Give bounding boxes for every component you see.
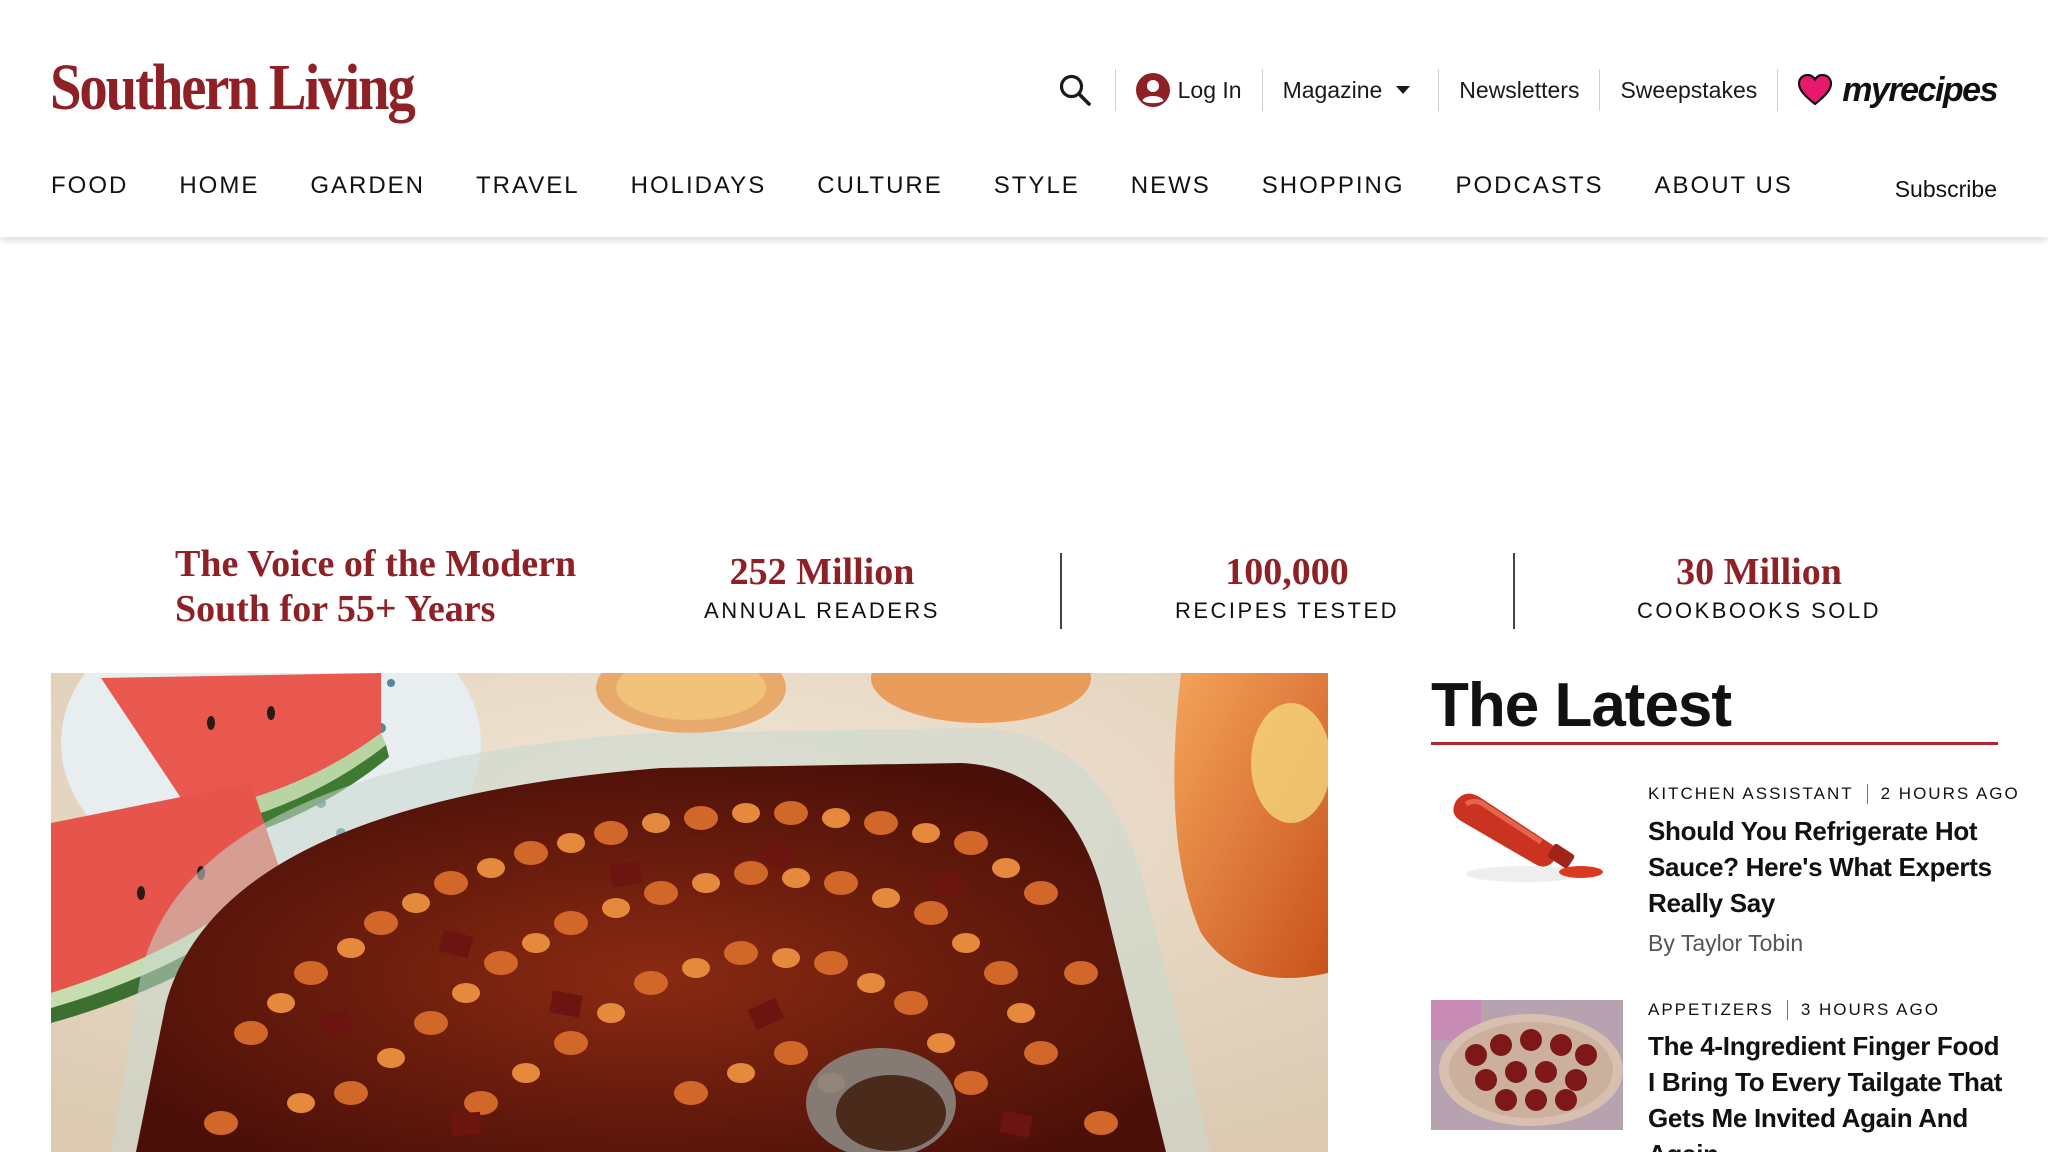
search-button[interactable]: [1055, 70, 1095, 110]
nav-item-shopping[interactable]: SHOPPING: [1262, 172, 1405, 200]
stat-divider: [1513, 553, 1515, 629]
nav-item-podcasts[interactable]: PODCASTS: [1456, 172, 1604, 200]
site-logo[interactable]: Southern Living: [50, 50, 416, 126]
article-title[interactable]: Should You Refrigerate Hot Sauce? Here's…: [1648, 813, 2008, 921]
stat-number: 30 Million: [1676, 551, 1842, 593]
magazine-label: Magazine: [1282, 76, 1383, 103]
finger-food-photo: [1431, 1000, 1623, 1130]
stat-recipes-tested: 100,000 RECIPES TESTED: [1155, 548, 1419, 624]
article-meta: APPETIZERS 3 HOURS AGO: [1648, 1000, 1940, 1020]
article-title[interactable]: The 4-Ingredient Finger Food I Bring To …: [1648, 1028, 2008, 1152]
nav-item-home[interactable]: HOME: [179, 172, 259, 200]
stat-annual-readers: 252 Million ANNUAL READERS: [690, 548, 954, 624]
meta-divider: [1786, 1000, 1788, 1020]
search-icon: [1059, 74, 1091, 106]
nav-item-food[interactable]: FOOD: [51, 172, 128, 200]
article-card[interactable]: APPETIZERS 3 HOURS AGO The 4-Ingredient …: [1431, 1000, 2002, 1152]
divider: [1438, 69, 1440, 111]
nav-item-style[interactable]: STYLE: [994, 172, 1080, 200]
sweepstakes-link[interactable]: Sweepstakes: [1620, 62, 1757, 118]
article-thumbnail[interactable]: [1431, 776, 1623, 906]
stat-label: RECIPES TESTED: [1174, 598, 1400, 623]
divider: [1599, 69, 1601, 111]
nav-item-news[interactable]: NEWS: [1131, 172, 1211, 200]
divider: [1261, 69, 1263, 111]
login-label: Log In: [1177, 76, 1242, 103]
article-time: 2 HOURS AGO: [1880, 784, 2020, 803]
article-category[interactable]: APPETIZERS: [1648, 1000, 1774, 1020]
hero-image[interactable]: [51, 673, 1328, 1152]
brand-tagline: The Voice of the Modern South for 55+ Ye…: [175, 543, 577, 630]
subscribe-link[interactable]: Subscribe: [1895, 176, 1997, 203]
latest-heading: The Latest: [1431, 671, 1732, 740]
caret-down-icon: [1396, 86, 1411, 94]
main-nav: FOOD HOME GARDEN TRAVEL HOLIDAYS CULTURE…: [51, 172, 1844, 200]
article-time: 3 HOURS AGO: [1800, 1000, 1940, 1019]
hot-sauce-photo: [1431, 776, 1623, 906]
article-byline: By Taylor Tobin: [1648, 930, 1804, 956]
nav-item-travel[interactable]: TRAVEL: [476, 172, 580, 200]
utility-nav: Log In Magazine Newsletters Sweepstakes …: [1055, 62, 1998, 118]
nav-item-about-us[interactable]: ABOUT US: [1655, 172, 1793, 200]
site-header: Southern Living Log In Magazine Newslett…: [0, 0, 2048, 237]
heart-icon: [1798, 74, 1833, 106]
login-link[interactable]: Log In: [1135, 62, 1242, 118]
baked-beans-photo: [51, 673, 1328, 1152]
nav-item-culture[interactable]: CULTURE: [817, 172, 943, 200]
user-circle-icon: [1135, 73, 1170, 107]
stat-label: ANNUAL READERS: [704, 598, 940, 623]
stat-label: COOKBOOKS SOLD: [1636, 598, 1882, 623]
stat-number: 100,000: [1225, 551, 1349, 593]
divider: [1777, 69, 1779, 111]
newsletters-link[interactable]: Newsletters: [1459, 62, 1579, 118]
stat-number: 252 Million: [729, 551, 915, 593]
article-category[interactable]: KITCHEN ASSISTANT: [1648, 784, 1854, 804]
article-thumbnail[interactable]: [1431, 1000, 1623, 1130]
nav-item-garden[interactable]: GARDEN: [310, 172, 425, 200]
stat-divider: [1060, 553, 1062, 629]
myrecipes-logo-text: myrecipes: [1842, 70, 1998, 109]
stat-cookbooks-sold: 30 Million COOKBOOKS SOLD: [1627, 548, 1891, 624]
myrecipes-link[interactable]: myrecipes: [1798, 62, 1998, 118]
article-meta: KITCHEN ASSISTANT 2 HOURS AGO: [1648, 784, 2020, 804]
meta-divider: [1866, 784, 1868, 804]
heading-rule: [1431, 742, 1998, 745]
magazine-dropdown[interactable]: Magazine: [1283, 62, 1411, 118]
divider: [1114, 69, 1116, 111]
nav-item-holidays[interactable]: HOLIDAYS: [631, 172, 767, 200]
article-card[interactable]: KITCHEN ASSISTANT 2 HOURS AGO Should You…: [1431, 776, 2018, 966]
